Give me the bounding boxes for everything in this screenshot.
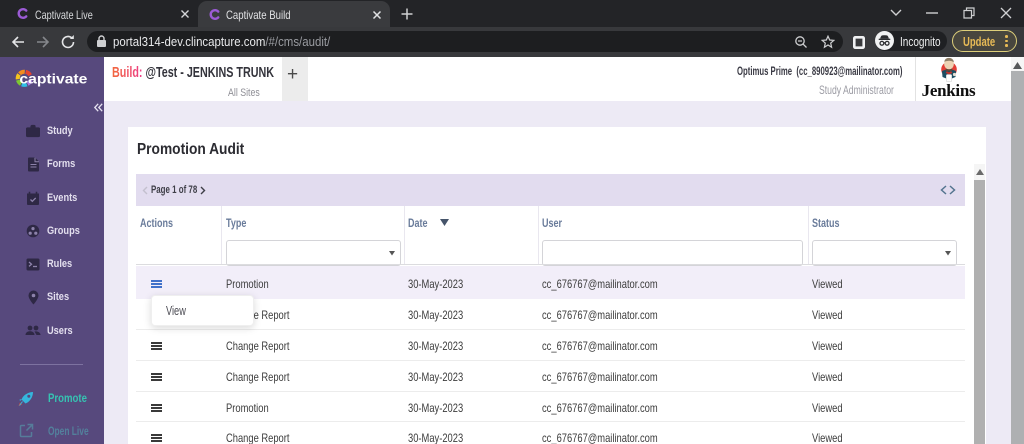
svg-text:captivate: captivate <box>19 72 87 87</box>
